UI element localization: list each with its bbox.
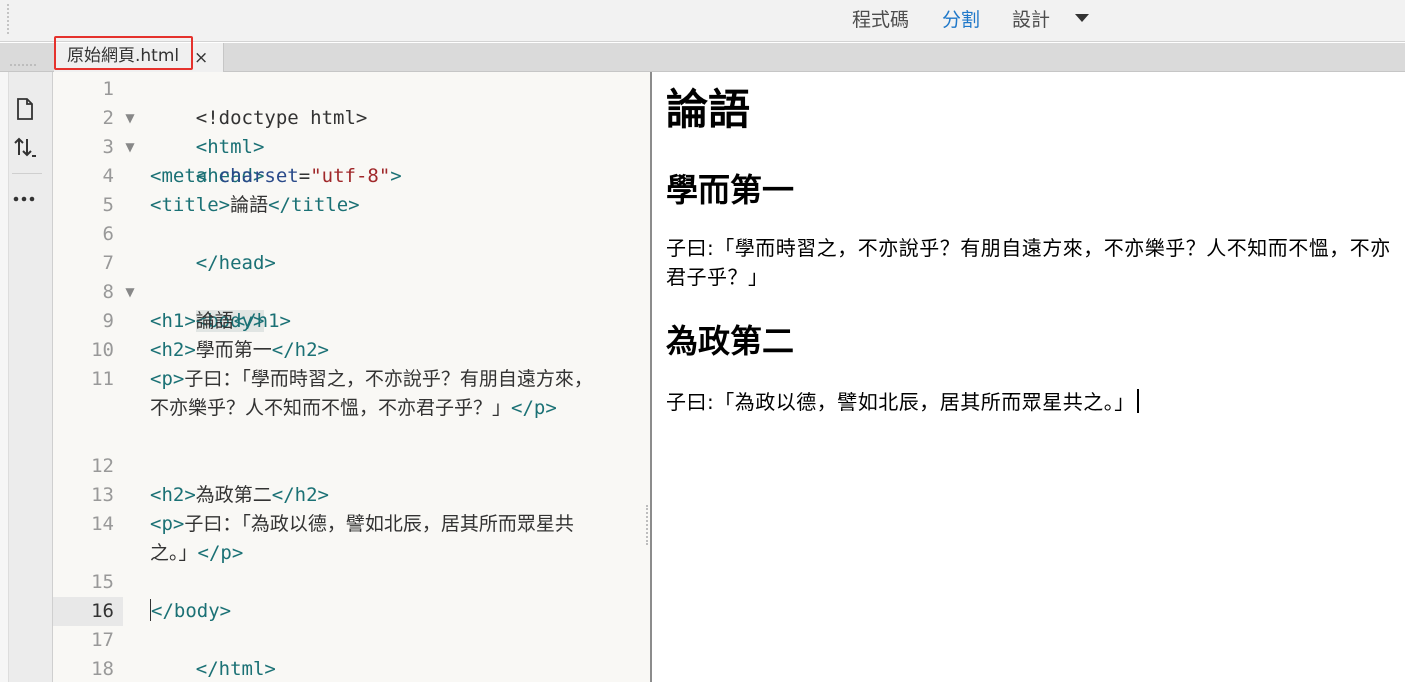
- line-number: 8: [102, 281, 114, 303]
- meta-tag-end: >: [390, 165, 402, 187]
- p-close-tag: </p>: [197, 542, 244, 564]
- code-line: <h2>學而第一</h2>: [150, 336, 630, 365]
- view-dropdown-arrow-icon[interactable]: [1075, 14, 1089, 22]
- h2-open-tag: <h2>: [150, 484, 196, 506]
- body-close-tag-lt: <: [151, 600, 163, 622]
- split-view-button[interactable]: 分割: [942, 7, 980, 33]
- fold-toggle-icon[interactable]: ▼: [123, 133, 137, 162]
- title-open-tag: <title>: [150, 194, 231, 216]
- preview-paragraph-second: 子曰:「為政以德，譬如北辰，居其所而眾星共之。」: [666, 388, 1401, 417]
- h2-close-tag: </h2>: [271, 339, 329, 361]
- live-preview-pane[interactable]: 論語 學而第一 子曰:「學而時習之，不亦說乎？有朋自遠方來，不亦樂乎？人不知而不…: [652, 72, 1405, 682]
- code-line: </html>: [150, 626, 630, 682]
- line-number: 1: [102, 78, 114, 100]
- code-editor[interactable]: 1 2 3 4 5 6 7 8 9 10 11 12 13 14 15 16 1…: [53, 72, 650, 682]
- strip-ruler: [0, 72, 9, 682]
- h1-open-tag: <h1>: [150, 310, 196, 332]
- code-line-current: </body>: [150, 597, 630, 626]
- line-number: 12: [91, 455, 114, 477]
- title-close-tag: </title>: [268, 194, 360, 216]
- p-open-tag: <p>: [150, 368, 185, 390]
- charset-attribute: charset: [218, 165, 299, 187]
- line-number: 3: [102, 136, 114, 158]
- code-line: <h2>為政第二</h2>: [150, 481, 630, 510]
- head-close-tag: </head>: [195, 252, 276, 274]
- preview-h2-first: 學而第一: [666, 171, 795, 209]
- line-number: 10: [91, 339, 114, 361]
- line-number: 13: [91, 484, 114, 506]
- line-number: 18: [91, 658, 114, 680]
- line-number: 7: [102, 252, 114, 274]
- tab-filename[interactable]: 原始網頁.html: [67, 45, 179, 67]
- p-open-tag: <p>: [150, 513, 185, 535]
- toolbar-grip: [7, 4, 9, 34]
- sort-icon[interactable]: [12, 134, 38, 160]
- tab-close-icon[interactable]: ×: [194, 47, 208, 69]
- more-icon[interactable]: [12, 186, 38, 212]
- h2-close-tag: </h2>: [271, 484, 329, 506]
- preview-paragraph-second-text: 子曰:「為政以德，譬如北辰，居其所而眾星共之。」: [666, 390, 1135, 414]
- p-close-tag: </p>: [511, 397, 557, 419]
- line-number-gutter: 1 2 3 4 5 6 7 8 9 10 11 12 13 14 15 16 1…: [53, 72, 123, 682]
- code-line: <title>論語</title>: [150, 191, 630, 220]
- code-line: <h1>論語</h1>: [150, 307, 630, 336]
- meta-tag: <meta: [150, 165, 208, 187]
- preview-h1: 論語: [666, 85, 751, 134]
- strip-separator: [12, 173, 42, 174]
- code-line: <p>子曰：「學而時習之，不亦說乎？有朋自遠方來，不亦樂乎？人不知而不慍，不亦君…: [150, 365, 610, 423]
- code-line: <meta charset="utf-8">: [150, 162, 630, 191]
- title-text: 論語: [230, 194, 269, 216]
- line-number: 15: [91, 571, 114, 593]
- file-icon[interactable]: [12, 96, 38, 122]
- code-line: <p>子曰：「為政以德，譬如北辰，居其所而眾星共之。」</p>: [150, 510, 610, 568]
- equals-sign: =: [298, 165, 311, 187]
- fold-toggle-icon[interactable]: ▼: [123, 278, 137, 307]
- h2-open-tag: <h2>: [150, 339, 196, 361]
- line-number: 5: [102, 194, 114, 216]
- charset-value: "utf-8": [310, 165, 391, 187]
- body-close-tag: /body>: [162, 600, 232, 622]
- preview-caret: [1136, 389, 1139, 413]
- strip-grip: [10, 64, 36, 66]
- h1-text: 論語: [195, 310, 234, 332]
- line-number: 17: [91, 629, 114, 651]
- top-toolbar: 程式碼 分割 設計: [0, 0, 1405, 42]
- h2-text: 學而第一: [195, 339, 272, 361]
- preview-paragraph-first: 子曰:「學而時習之，不亦說乎？有朋自遠方來，不亦樂乎？人不知而不慍，不亦君子乎？…: [666, 236, 1391, 289]
- line-number: 2: [102, 107, 114, 129]
- document-tab[interactable]: 原始網頁.html ×: [54, 36, 224, 72]
- fold-toggle-icon[interactable]: ▼: [123, 104, 137, 133]
- current-line-number: 16: [53, 597, 123, 626]
- left-tool-strip: [0, 64, 53, 682]
- line-number: 11: [91, 368, 114, 390]
- h1-close-tag: </h1>: [233, 310, 291, 332]
- h2-text: 為政第二: [195, 484, 272, 506]
- line-number: 4: [102, 165, 114, 187]
- preview-h2-second: 為政第二: [666, 322, 795, 360]
- line-number: 6: [102, 223, 114, 245]
- line-number: 9: [102, 310, 114, 332]
- code-view-button[interactable]: 程式碼: [852, 7, 909, 33]
- line-number: 14: [91, 513, 114, 535]
- document-tab-bar: 原始網頁.html ×: [0, 36, 1405, 72]
- html-close-tag: </html>: [195, 658, 276, 680]
- design-view-button[interactable]: 設計: [1012, 7, 1050, 33]
